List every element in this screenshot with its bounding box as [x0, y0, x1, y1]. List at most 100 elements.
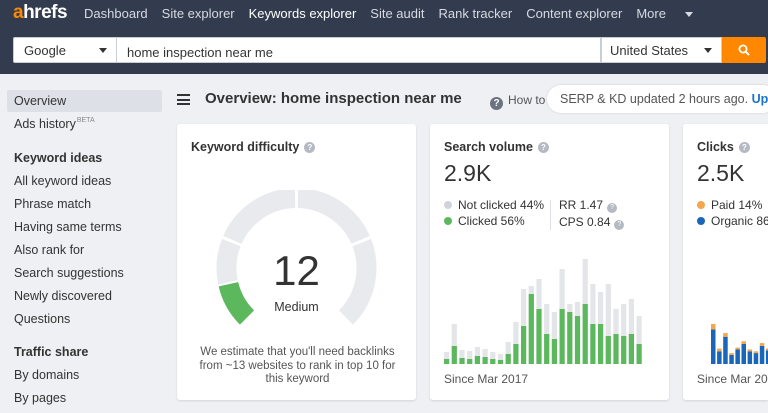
nav-rank-tracker[interactable]: Rank tracker — [439, 6, 513, 21]
sidebar-item-search-suggestions[interactable]: Search suggestions — [7, 262, 162, 284]
sv-bar-clicked — [474, 356, 480, 364]
clicks-bar-paid — [753, 351, 759, 354]
sv-bar-clicked — [467, 359, 473, 364]
clicks-bar-organic — [723, 336, 728, 364]
sv-bar-clicked — [636, 344, 642, 364]
sidebar: Overview Ads historyBETA Keyword ideas A… — [0, 74, 170, 413]
search-engine-select[interactable]: Google — [13, 37, 117, 63]
sv-title: Search volume? — [444, 140, 549, 154]
legend-organic: Organic 86 — [697, 214, 768, 228]
sidebar-item-also-rank-for[interactable]: Also rank for — [7, 239, 162, 261]
clicks-bar-paid — [759, 343, 765, 346]
clicks-since: Since Mar 20 — [697, 372, 768, 386]
help-icon[interactable]: ? — [607, 203, 618, 213]
ahrefs-logo[interactable]: ahrefs — [13, 2, 68, 24]
sv-bar-clicked — [567, 312, 573, 364]
chevron-down-icon — [99, 48, 107, 53]
country-select[interactable]: United States — [601, 37, 722, 63]
clicks-bar-organic — [735, 349, 740, 364]
sv-bar-clicked — [559, 309, 565, 364]
nav-more[interactable]: More — [636, 6, 707, 21]
clicks-bar-paid — [723, 333, 728, 337]
traffic-share-heading: Traffic share — [14, 345, 89, 359]
search-icon — [738, 44, 750, 56]
clicks-bar-paid — [741, 341, 746, 344]
sv-bar-clicked — [451, 346, 457, 364]
sv-bar-clicked — [551, 339, 557, 364]
keyword-difficulty-card: Keyword difficulty? 12 Medium We estimat… — [177, 124, 416, 400]
nav-site-explorer[interactable]: Site explorer — [162, 6, 235, 21]
nav-dashboard[interactable]: Dashboard — [84, 6, 148, 21]
sv-bar-clicked — [513, 344, 519, 364]
sidebar-item-having-same-terms[interactable]: Having same terms — [7, 216, 162, 238]
sidebar-item-by-domains[interactable]: By domains — [7, 364, 162, 386]
clicks-bar-paid — [711, 324, 716, 330]
clicks-bar-organic — [759, 345, 765, 364]
legend-clicked: Clicked 56% — [444, 214, 525, 228]
clicks-bar-paid — [747, 349, 753, 352]
sv-bar-clicked — [521, 326, 527, 364]
keyword-search-input[interactable] — [117, 37, 601, 63]
search-volume-card: Search volume? 2.9K Not clicked 44% Clic… — [430, 124, 669, 400]
clicks-bar-organic — [741, 344, 746, 364]
sv-bar-clicked — [528, 294, 534, 364]
kd-note: We estimate that you'll need backlinks f… — [199, 346, 396, 385]
sv-bar-clicked — [590, 324, 596, 364]
nav-site-audit[interactable]: Site audit — [370, 6, 424, 21]
sv-since: Since Mar 2017 — [444, 372, 529, 386]
sidebar-item-ads-history[interactable]: Ads historyBETA — [7, 113, 162, 135]
sv-bar-clicked — [505, 354, 511, 364]
sv-bar-clicked — [613, 334, 619, 364]
sidebar-item-phrase-match[interactable]: Phrase match — [7, 193, 162, 215]
sv-bar-clicked — [605, 336, 611, 364]
legend-not-clicked: Not clicked 44% — [444, 198, 544, 212]
chevron-down-icon — [684, 11, 693, 17]
keyword-ideas-heading: Keyword ideas — [14, 151, 103, 165]
help-icon: ? — [490, 97, 503, 110]
sidebar-item-all-keyword-ideas[interactable]: All keyword ideas — [7, 170, 162, 192]
page-title: Overview: home inspection near me — [205, 90, 462, 107]
search-button[interactable] — [722, 37, 766, 63]
help-icon[interactable]: ? — [738, 142, 750, 153]
kd-title: Keyword difficulty? — [191, 140, 316, 154]
kd-level: Medium — [274, 300, 319, 314]
nav-keywords-explorer[interactable]: Keywords explorer — [249, 6, 357, 21]
sv-bar-clicked — [574, 316, 581, 364]
sv-bar-clicked — [497, 360, 504, 364]
legend-paid: Paid 14% — [697, 198, 762, 212]
sv-bar-clicked — [628, 334, 634, 364]
clicks-bar-organic — [717, 351, 722, 364]
sidebar-item-questions[interactable]: Questions — [7, 308, 162, 330]
gauge-track-segment — [223, 190, 296, 245]
sidebar-item-by-pages[interactable]: By pages — [7, 387, 162, 409]
sv-bar-clicked — [490, 359, 496, 364]
help-icon[interactable]: ? — [304, 142, 316, 153]
rr-metric: RR 1.47? — [559, 198, 618, 213]
help-icon[interactable]: ? — [614, 220, 625, 230]
menu-icon[interactable] — [177, 94, 190, 105]
clicks-value: 2.5K — [697, 160, 745, 186]
clicks-card: Clicks? 2.5K Paid 14% Organic 86 Since M… — [683, 124, 768, 400]
clicks-bar-organic — [729, 354, 734, 364]
update-status-pill: SERP & KD updated 2 hours ago. Upd — [547, 85, 768, 113]
sv-bar-clicked — [544, 334, 550, 364]
how-to-link[interactable]: ? How to — [490, 93, 545, 110]
sidebar-item-newly-discovered[interactable]: Newly discovered — [7, 285, 162, 307]
nav-content-explorer[interactable]: Content explorer — [526, 6, 622, 21]
clicks-title: Clicks? — [697, 140, 750, 154]
sv-bar-clicked — [621, 336, 627, 364]
clicks-bar-paid — [735, 347, 740, 350]
sv-bar-clicked — [598, 324, 604, 364]
clicks-bar-paid — [729, 353, 734, 355]
update-link[interactable]: Upd — [752, 92, 768, 106]
gauge-track-segment — [297, 190, 370, 245]
search-volume-chart — [444, 259, 642, 364]
help-icon[interactable]: ? — [537, 142, 549, 153]
nav-links: Dashboard Site explorer Keywords explore… — [84, 6, 721, 21]
clicks-bar-organic — [747, 351, 753, 364]
search-bar: Google United States — [0, 26, 768, 74]
clicks-bar-organic — [711, 329, 716, 364]
sidebar-item-overview[interactable]: Overview — [7, 90, 162, 112]
sv-bar-clicked — [482, 357, 488, 364]
clicks-chart — [711, 324, 768, 364]
